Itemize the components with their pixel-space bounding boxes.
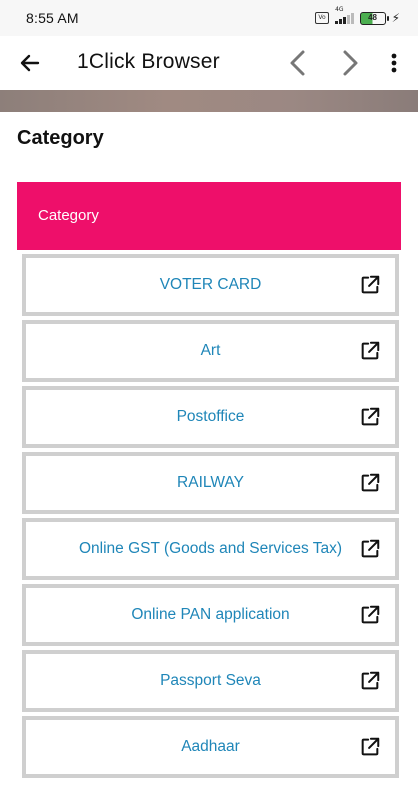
banner-image-strip [0, 90, 418, 112]
list-item-label[interactable]: Postoffice [26, 390, 355, 444]
list-item-label[interactable]: RAILWAY [26, 456, 355, 510]
list-item-label[interactable]: VOTER CARD [26, 258, 355, 312]
app-title: 1Click Browser [77, 50, 220, 73]
chevron-right-icon [343, 50, 358, 76]
status-time: 8:55 AM [26, 10, 79, 26]
list-item-label[interactable]: Online PAN application [26, 588, 355, 642]
app-bar: 1Click Browser [0, 36, 418, 90]
external-link-icon[interactable] [359, 736, 381, 758]
list-item[interactable]: RAILWAY [22, 452, 399, 514]
external-link-icon[interactable] [359, 274, 381, 296]
external-link-icon[interactable] [359, 340, 381, 362]
list-item[interactable]: Passport Seva [22, 650, 399, 712]
external-link-icon[interactable] [359, 406, 381, 428]
list-item-label[interactable]: Online GST (Goods and Services Tax) [26, 522, 355, 576]
browser-back-button[interactable] [284, 47, 312, 79]
external-link-icon[interactable] [359, 670, 381, 692]
more-options-button[interactable] [384, 47, 404, 79]
list-item[interactable]: Postoffice [22, 386, 399, 448]
network-type-label: 4G [335, 6, 344, 13]
signal-icon: 4G [335, 6, 354, 24]
status-icons: Vo 4G 48 ⚡ [315, 6, 400, 27]
external-link-icon[interactable] [359, 538, 381, 560]
external-link-icon[interactable] [359, 472, 381, 494]
list-item-label[interactable]: Art [26, 324, 355, 378]
browser-forward-button[interactable] [336, 47, 364, 79]
list-item-label[interactable]: Aadhaar [26, 720, 355, 774]
list-item[interactable]: Online GST (Goods and Services Tax) [22, 518, 399, 580]
list-item[interactable]: VOTER CARD [22, 254, 399, 316]
list-item[interactable]: Art [22, 320, 399, 382]
back-button[interactable] [14, 47, 46, 79]
external-link-icon[interactable] [359, 604, 381, 626]
page-heading: Category [17, 127, 104, 149]
status-bar: 8:55 AM Vo 4G 48 ⚡ [0, 0, 418, 36]
battery-icon: 48 [359, 11, 389, 25]
chevron-left-icon [290, 50, 305, 76]
category-header-label: Category [38, 207, 99, 224]
volte-icon: Vo [315, 12, 330, 24]
list-item-label[interactable]: Passport Seva [26, 654, 355, 708]
category-list: VOTER CARD Art Postoffice RAILWAY Online… [22, 254, 399, 782]
category-header: Category [17, 182, 401, 250]
list-item[interactable]: Aadhaar [22, 716, 399, 778]
list-item[interactable]: Online PAN application [22, 584, 399, 646]
more-vertical-icon [391, 53, 397, 73]
back-arrow-icon [20, 54, 40, 72]
charging-icon: ⚡ [391, 11, 400, 25]
